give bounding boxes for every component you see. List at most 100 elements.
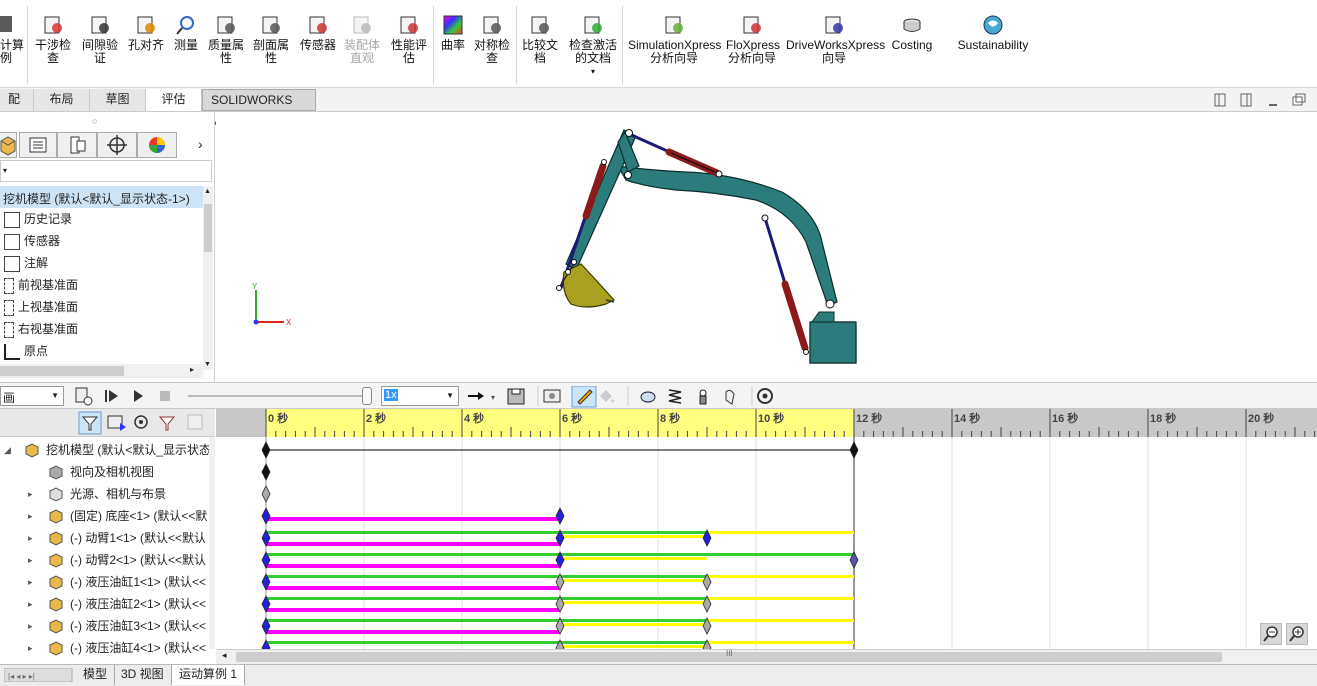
motion-tree-row[interactable]: ▸ (-) 液压油缸2<1> (默认<< — [0, 593, 215, 615]
property-manager-tab-icon[interactable] — [19, 132, 57, 158]
tab-solidworks-mbd[interactable]: SOLIDWORKS MBD — [202, 89, 316, 128]
tab-model[interactable]: 模型 — [76, 665, 116, 685]
damper-icon[interactable] — [699, 389, 707, 405]
tile-right-icon[interactable] — [1240, 93, 1252, 107]
sustainability-button[interactable]: Sustainability — [956, 4, 1030, 52]
check-active-button[interactable]: 检查激活 的文档 ▾ — [566, 4, 620, 78]
playback-speed-select[interactable]: 1x ▼ — [381, 386, 459, 406]
simxpress-button[interactable]: SimulationXpress 分析向导 — [628, 4, 721, 65]
tree-item[interactable]: 传感器 — [0, 230, 60, 252]
playback-slider-thumb[interactable] — [362, 387, 372, 405]
tab-sketch[interactable]: 草图 — [90, 89, 146, 111]
tree-horizontal-scrollbar[interactable]: ▸ — [0, 364, 203, 378]
filter-results-icon[interactable] — [158, 416, 176, 431]
expand-arrow-icon[interactable]: ▸ — [28, 615, 33, 637]
motion-study-properties-icon[interactable] — [757, 388, 773, 404]
expand-arrow-icon[interactable]: ▸ — [28, 483, 33, 505]
playback-slider-track[interactable] — [188, 395, 372, 397]
panel-next-arrow-icon[interactable]: › — [198, 136, 203, 152]
tab-layout[interactable]: 布局 — [34, 89, 90, 111]
study-type-select[interactable]: 画 ▼ — [0, 386, 64, 406]
motion-tree-row[interactable]: 视向及相机视图 — [0, 461, 215, 483]
motion-tree-row[interactable]: ▸ (-) 液压油缸4<1> (默认<< — [0, 637, 215, 659]
motion-tree-row[interactable]: ▸ 光源、相机与布景 — [0, 483, 215, 505]
tree-vertical-scrollbar[interactable]: ▲ ▼ — [203, 186, 213, 370]
scroll-up-icon[interactable]: ▲ — [204, 188, 211, 195]
playback-mode-icon[interactable]: ▾ — [468, 392, 495, 402]
restore-icon[interactable] — [1292, 93, 1306, 106]
compare-button[interactable]: 比较文档 — [520, 4, 560, 65]
motion-tree-row[interactable]: ◢ 挖机模型 (默认<默认_显示状态 — [0, 439, 215, 461]
configuration-manager-tab-icon[interactable] — [57, 132, 97, 158]
driveworks-button[interactable]: DriveWorksXpress 向导 — [786, 4, 885, 65]
tab-motion-study-1[interactable]: 运动算例 1 — [172, 665, 246, 685]
zoom-out-timeline-icon[interactable] — [1260, 623, 1282, 645]
animation-wizard-icon[interactable] — [543, 389, 561, 403]
scroll-right-icon[interactable]: ▸ — [190, 365, 194, 374]
expand-arrow-icon[interactable]: ▸ — [28, 571, 33, 593]
chevron-down-icon[interactable]: ▾ — [566, 65, 620, 78]
motion-tree-splitter[interactable] — [209, 437, 215, 649]
dimxpert-tab-icon[interactable] — [97, 132, 137, 158]
expand-arrow-icon[interactable]: ▸ — [28, 549, 33, 571]
tree-item[interactable]: 上视基准面 — [0, 296, 78, 318]
symmetry-button[interactable]: 对称检查 — [472, 4, 512, 65]
play-icon[interactable] — [134, 390, 143, 402]
measure-button[interactable]: 测量 — [172, 4, 200, 52]
tree-item[interactable]: 原点 — [0, 340, 48, 362]
tab-evaluate[interactable]: 评估 — [146, 89, 202, 111]
clearance-button[interactable]: 间隙验证 — [80, 4, 120, 65]
timeline-horizontal-scrollbar[interactable]: ◂ III — [216, 649, 1317, 664]
perf-eval-button[interactable]: 性能评估 — [388, 4, 430, 65]
tile-left-icon[interactable] — [1214, 93, 1226, 107]
calculate-icon[interactable] — [75, 387, 93, 406]
tree-filter-box[interactable]: ▾ — [0, 160, 212, 182]
stop-icon[interactable] — [160, 391, 170, 401]
tree-item[interactable]: 前视基准面 — [0, 274, 78, 296]
tree-root-selected[interactable]: 挖机模型 (默认<默认_显示状态-1>) — [0, 186, 203, 208]
panel-grip-icon[interactable]: ○ — [92, 116, 97, 126]
interference-button[interactable]: 干涉检查 — [34, 4, 72, 65]
floxpress-button[interactable]: FloXpress 分析向导 — [726, 4, 780, 65]
motion-tree-row[interactable]: ▸ (-) 液压油缸1<1> (默认<< — [0, 571, 215, 593]
timeline-graph[interactable]: 0 秒 2 秒 4 秒 6 秒 8 秒 10 秒 12 秒 14 秒 16 秒 18 秒 20 秒 — [216, 409, 1317, 649]
section-props-button[interactable]: 剖面属性 — [252, 4, 290, 65]
save-animation-icon[interactable] — [507, 388, 525, 405]
tree-item[interactable]: 右视基准面 — [0, 318, 78, 340]
motion-tree-row[interactable]: ▸ (-) 液压油缸3<1> (默认<< — [0, 615, 215, 637]
play-from-start-icon[interactable] — [105, 390, 118, 402]
sensor-button[interactable]: 传感器 — [298, 4, 338, 52]
tree-item[interactable]: 历史记录 — [0, 208, 72, 230]
motor-icon[interactable] — [640, 391, 656, 403]
zoom-in-timeline-icon[interactable] — [1286, 623, 1308, 645]
motion-tree-row[interactable]: ▸ (固定) 底座<1> (默认<<默 — [0, 505, 215, 527]
graphics-area[interactable]: Y X — [216, 112, 1317, 382]
spring-icon[interactable] — [668, 389, 682, 404]
filter-selected-icon[interactable] — [134, 415, 148, 429]
expand-arrow-icon[interactable]: ▸ — [28, 637, 33, 659]
contact-icon[interactable] — [725, 389, 735, 405]
tab-scroll-arrows[interactable]: |◂ ◂ ▸ ▸| — [4, 668, 74, 682]
motion-tree-row[interactable]: ▸ (-) 动臂2<1> (默认<<默认 — [0, 549, 215, 571]
motion-timeline[interactable]: 0 秒 2 秒 4 秒 6 秒 8 秒 10 秒 12 秒 14 秒 16 秒 18 秒 20 秒 — [216, 409, 1317, 649]
expand-arrow-icon[interactable]: ▸ — [28, 593, 33, 615]
hole-align-button[interactable]: 孔对齐 — [127, 4, 165, 52]
scroll-down-icon[interactable]: ▼ — [204, 361, 211, 368]
h-scroll-thumb[interactable] — [0, 366, 124, 376]
filter-driving-icon[interactable] — [107, 415, 126, 431]
expand-arrow-icon[interactable]: ◢ — [4, 439, 11, 461]
tab-assembly[interactable]: 配体 — [0, 89, 34, 127]
mass-props-button[interactable]: 质量属性 — [205, 4, 247, 65]
costing-button[interactable]: Costing — [890, 4, 934, 52]
expand-arrow-icon[interactable]: ▸ — [28, 505, 33, 527]
scroll-thumb[interactable] — [204, 204, 212, 252]
tree-item[interactable]: 注解 — [0, 252, 48, 274]
cut-calc-button[interactable]: 计算 例 — [0, 4, 24, 65]
timeline-scroll-thumb[interactable]: III — [236, 649, 1222, 662]
motion-tree-row[interactable]: ▸ (-) 动臂1<1> (默认<<默认 — [0, 527, 215, 549]
feature-tree-tab-icon[interactable] — [0, 132, 17, 158]
scroll-left-icon[interactable]: ◂ — [222, 650, 227, 661]
display-manager-tab-icon[interactable] — [137, 132, 177, 158]
curvature-button[interactable]: 曲率 — [440, 4, 466, 52]
expand-arrow-icon[interactable]: ▸ — [28, 527, 33, 549]
